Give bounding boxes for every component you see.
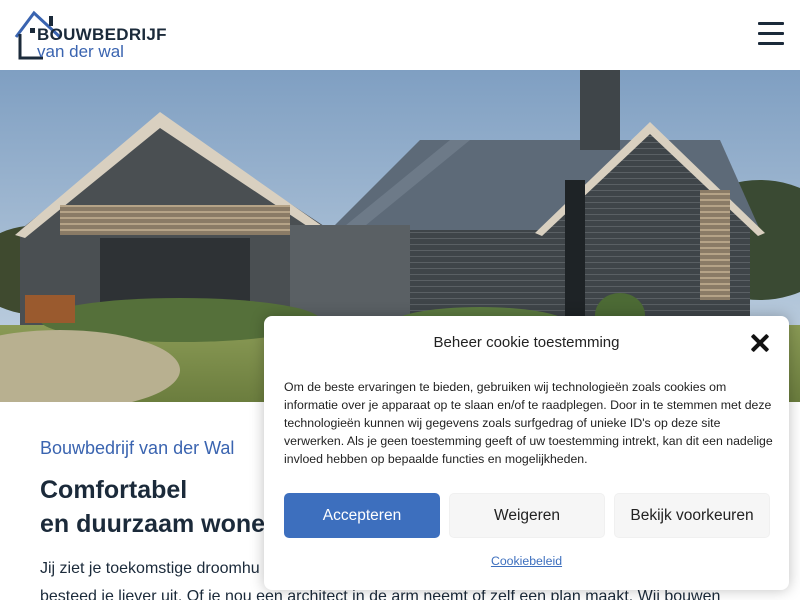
cookie-policy-link[interactable]: Cookiebeleid: [264, 554, 789, 568]
hamburger-menu-icon[interactable]: [758, 22, 786, 46]
deny-button[interactable]: Weigeren: [449, 493, 605, 538]
cookie-modal-title: Beheer cookie toestemming: [433, 334, 620, 351]
accept-button[interactable]: Accepteren: [284, 493, 440, 538]
cookie-modal-text: Om de beste ervaringen te bieden, gebrui…: [284, 380, 773, 466]
site-logo[interactable]: BOUWBEDRIJF van der wal: [13, 10, 167, 62]
logo-wordmark-bottom: van der wal: [37, 42, 124, 61]
close-icon[interactable]: [750, 333, 770, 353]
site-header: BOUWBEDRIJF van der wal: [0, 0, 800, 70]
view-preferences-button[interactable]: Bekijk voorkeuren: [614, 493, 770, 538]
cookie-consent-modal: Beheer cookie toestemming Om de beste er…: [264, 316, 789, 590]
